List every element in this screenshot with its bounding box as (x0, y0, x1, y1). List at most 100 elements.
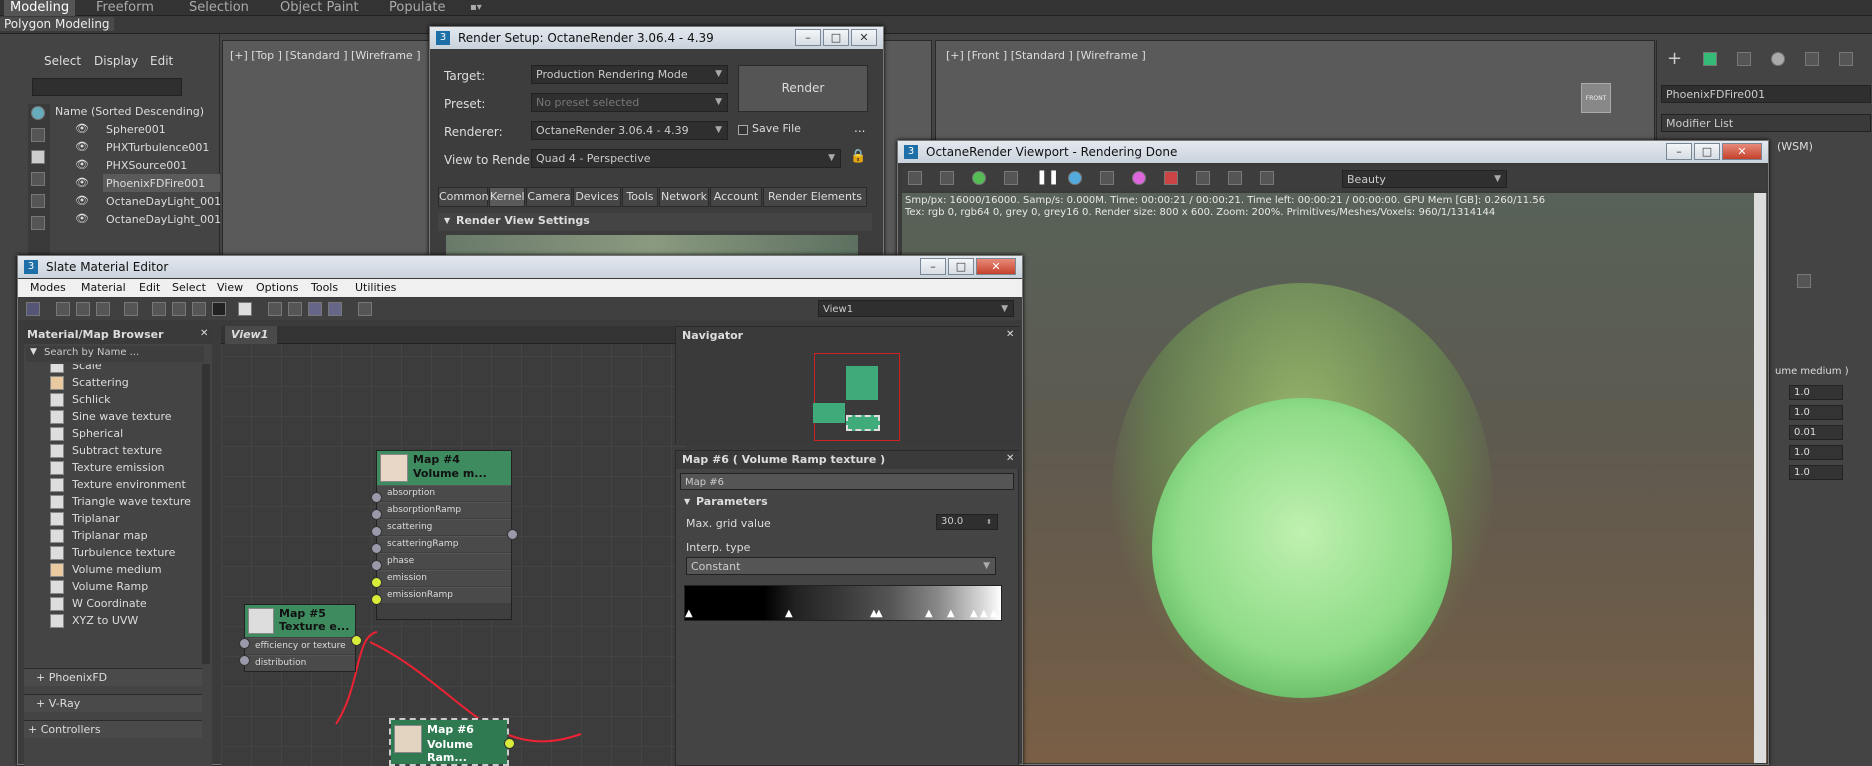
zoom-extents-icon[interactable] (358, 302, 372, 316)
params-close-icon[interactable]: ✕ (1006, 453, 1014, 464)
render-button[interactable]: Render (738, 65, 868, 112)
browser-scrollbar[interactable] (202, 364, 210, 664)
close-button[interactable]: ✕ (851, 29, 877, 46)
pause-icon[interactable]: ❚❚ (1036, 169, 1059, 185)
visibility-eye-icon[interactable]: 👁 (75, 176, 89, 189)
layout-children-icon[interactable] (268, 302, 282, 316)
slot-scattering-ramp[interactable]: scatteringRamp (377, 536, 511, 552)
filter-geometry-icon[interactable] (31, 106, 45, 120)
target-dropdown[interactable]: Production Rendering Mode ▼ (531, 65, 728, 84)
list-item[interactable]: Triplanar (50, 511, 120, 527)
create-tab-icon[interactable]: + (1667, 48, 1682, 69)
scene-column-header[interactable]: Name (Sorted Descending) (55, 105, 204, 118)
visibility-eye-icon[interactable]: 👁 (75, 140, 89, 153)
lock-icon[interactable] (1004, 171, 1018, 185)
view-to-render-dropdown[interactable]: Quad 4 - Perspective ▼ (531, 149, 841, 168)
settings-icon[interactable] (1260, 171, 1274, 185)
port-map5-output[interactable] (351, 635, 362, 646)
port-distribution[interactable] (239, 655, 250, 666)
port-emission[interactable] (371, 577, 382, 588)
ramp-key-flag[interactable]: ▲ (947, 608, 955, 619)
port-phase[interactable] (371, 560, 382, 571)
param-spinner-5[interactable]: 1.0 (1789, 465, 1843, 480)
tab-selection[interactable]: Selection (189, 0, 249, 16)
viewport-front-label[interactable]: [+] [Front ] [Standard ] [Wireframe ] (946, 49, 1146, 62)
port-absorption-ramp[interactable] (371, 509, 382, 520)
list-item[interactable]: Volume medium (50, 562, 162, 578)
tab-render-elements[interactable]: Render Elements (763, 187, 867, 207)
visibility-eye-icon[interactable]: 👁 (75, 212, 89, 225)
port-efficiency[interactable] (239, 638, 250, 649)
ramp-key-flag[interactable]: ▲ (875, 608, 883, 619)
minimize-button[interactable]: – (1666, 143, 1692, 160)
list-item[interactable]: Subtract texture (50, 443, 162, 459)
render-setup-titlebar[interactable]: 3 Render Setup: OctaneRender 3.06.4 - 4.… (430, 27, 883, 49)
tab-modeling[interactable]: Modeling (4, 0, 76, 16)
node-map6[interactable]: Map #6 Volume Ram... (389, 718, 509, 766)
slot-efficiency[interactable]: efficiency or texture (245, 638, 355, 654)
list-item[interactable]: Volume Ramp (50, 579, 148, 595)
visibility-eye-icon[interactable]: 👁 (75, 122, 89, 135)
filter-spacewarps-icon[interactable] (31, 216, 45, 230)
maximize-button[interactable]: □ (948, 258, 974, 275)
list-item[interactable]: Turbulence texture (50, 545, 175, 561)
param-spinner-1[interactable]: 1.0 (1789, 385, 1843, 400)
ramp-key-flag[interactable]: ▲ (925, 608, 933, 619)
configure-modifier-icon[interactable] (1797, 274, 1811, 288)
slot-absorption[interactable]: absorption (377, 485, 511, 501)
node-map4[interactable]: Map #4 Volume m... absorption absorption… (376, 450, 512, 620)
region-render-icon[interactable] (1164, 171, 1178, 185)
tab-tools[interactable]: Tools (622, 187, 658, 207)
volume-ramp-gradient[interactable]: ▲ ▲ ▲ ▲ ▲ ▲ ▲ ▲ ▲ (684, 585, 1002, 621)
assign-material-icon[interactable] (96, 302, 110, 316)
menu-tools[interactable]: Tools (311, 281, 338, 294)
display-tab-icon[interactable] (1805, 52, 1819, 66)
filter-helpers-icon[interactable] (31, 194, 45, 208)
save-file-browse-button[interactable]: ... (854, 121, 865, 135)
max-grid-spinner[interactable]: 30.0 ⬍ (936, 514, 998, 530)
menu-modes[interactable]: Modes (30, 281, 66, 294)
list-item[interactable]: 👁 OctaneDayLight_001.T (55, 192, 231, 210)
port-scattering-ramp[interactable] (371, 543, 382, 554)
parameter-editor-icon[interactable] (308, 302, 322, 316)
maximize-button[interactable]: □ (1694, 143, 1720, 160)
port-emission-ramp[interactable] (371, 594, 382, 605)
tab-freeform[interactable]: Freeform (96, 0, 154, 16)
node-view[interactable]: View1 Map #4 Volume m... absorption abso… (221, 326, 686, 766)
save-image-icon[interactable] (908, 171, 922, 185)
list-item[interactable]: Schlick (50, 392, 111, 408)
menu-select[interactable]: Select (172, 281, 206, 294)
port-scattering[interactable] (371, 526, 382, 537)
minimize-button[interactable]: – (795, 29, 821, 46)
navigator-close-icon[interactable]: ✕ (1006, 329, 1014, 340)
ramp-key-flag[interactable]: ▲ (990, 608, 998, 619)
menu-edit[interactable]: Edit (139, 281, 160, 294)
list-item[interactable]: 👁 PHXSource001 (55, 156, 220, 174)
motion-tab-icon[interactable] (1771, 52, 1785, 66)
show-background-icon[interactable] (212, 302, 226, 316)
hide-unused-slots-icon[interactable] (172, 302, 186, 316)
menu-utilities[interactable]: Utilities (355, 281, 396, 294)
list-item[interactable]: W Coordinate (50, 596, 147, 612)
map-name-field[interactable]: Map #6 (680, 473, 1014, 490)
lock-view-icon[interactable]: 🔒 (850, 149, 866, 164)
ramp-key-flag[interactable]: ▲ (970, 608, 978, 619)
object-name-field[interactable]: PhoenixFDFire001 (1661, 85, 1871, 103)
refresh-icon[interactable] (1068, 171, 1082, 185)
param-spinner-2[interactable]: 1.0 (1789, 405, 1843, 420)
sme-titlebar[interactable]: 3 Slate Material Editor – □ ✕ (18, 256, 1022, 278)
tab-network[interactable]: Network (659, 187, 709, 207)
param-spinner-3[interactable]: 0.01 (1789, 425, 1843, 440)
tab-camera[interactable]: Camera (526, 187, 572, 207)
close-button[interactable]: ✕ (976, 258, 1016, 275)
move-children-icon[interactable] (152, 302, 166, 316)
scene-menu-select[interactable]: Select (44, 54, 81, 68)
restart-render-icon[interactable] (972, 171, 986, 185)
list-item[interactable]: 👁 OctaneDayLight_001 (55, 210, 221, 228)
list-item[interactable]: Scale (50, 364, 102, 374)
viewport-top-label[interactable]: [+] [Top ] [Standard ] [Wireframe ] (230, 49, 421, 62)
browser-options-icon[interactable]: ▼ (30, 347, 37, 357)
visibility-eye-icon[interactable]: 👁 (75, 194, 89, 207)
visibility-eye-icon[interactable]: 👁 (75, 158, 89, 171)
put-material-icon[interactable] (76, 302, 90, 316)
